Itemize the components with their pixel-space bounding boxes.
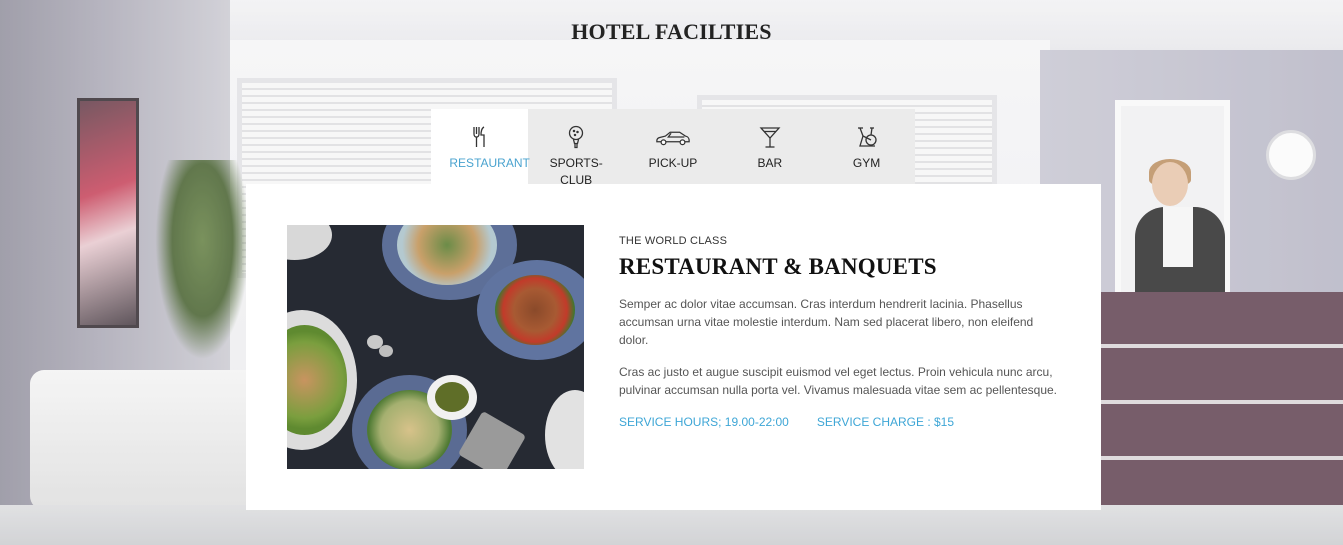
service-meta: SERVICE HOURS; 19.00-22:00 SERVICE CHARG… — [619, 415, 1064, 429]
tab-pick-up[interactable]: PICK-UP — [625, 109, 722, 184]
facility-tabs: RESTAURANT SPORTS-CLUB PICK-UP BAR GYM — [431, 109, 915, 187]
exercise-bike-icon — [818, 124, 915, 152]
cutlery-icon — [431, 124, 528, 152]
car-icon — [625, 124, 722, 152]
facility-card: THE WORLD CLASS RESTAURANT & BANQUETS Se… — [246, 184, 1101, 510]
cocktail-glass-icon — [721, 124, 818, 152]
golf-ball-icon — [528, 124, 625, 152]
card-eyebrow: THE WORLD CLASS — [619, 235, 728, 247]
tab-label: RESTAURANT — [449, 156, 530, 170]
restaurant-food-photo — [287, 225, 584, 469]
tab-label: BAR — [757, 156, 783, 170]
tab-bar[interactable]: BAR — [721, 109, 818, 184]
service-hours: SERVICE HOURS; 19.00-22:00 — [619, 415, 789, 429]
description-paragraph-1: Semper ac dolor vitae accumsan. Cras int… — [619, 297, 1034, 347]
facility-content: THE WORLD CLASS RESTAURANT & BANQUETS Se… — [619, 235, 1064, 429]
section-title: HOTEL FACILTIES — [571, 19, 772, 44]
tab-restaurant[interactable]: RESTAURANT — [431, 109, 530, 184]
service-charge: SERVICE CHARGE : $15 — [816, 415, 955, 429]
tab-gym[interactable]: GYM — [818, 109, 915, 184]
description-paragraph-2: Cras ac justo et augue suscipit euismod … — [619, 365, 1058, 397]
tab-sports-club[interactable]: SPORTS-CLUB — [528, 109, 625, 187]
tab-label: GYM — [852, 156, 881, 170]
tab-label: PICK-UP — [648, 156, 698, 170]
card-title: RESTAURANT & BANQUETS — [619, 254, 937, 279]
